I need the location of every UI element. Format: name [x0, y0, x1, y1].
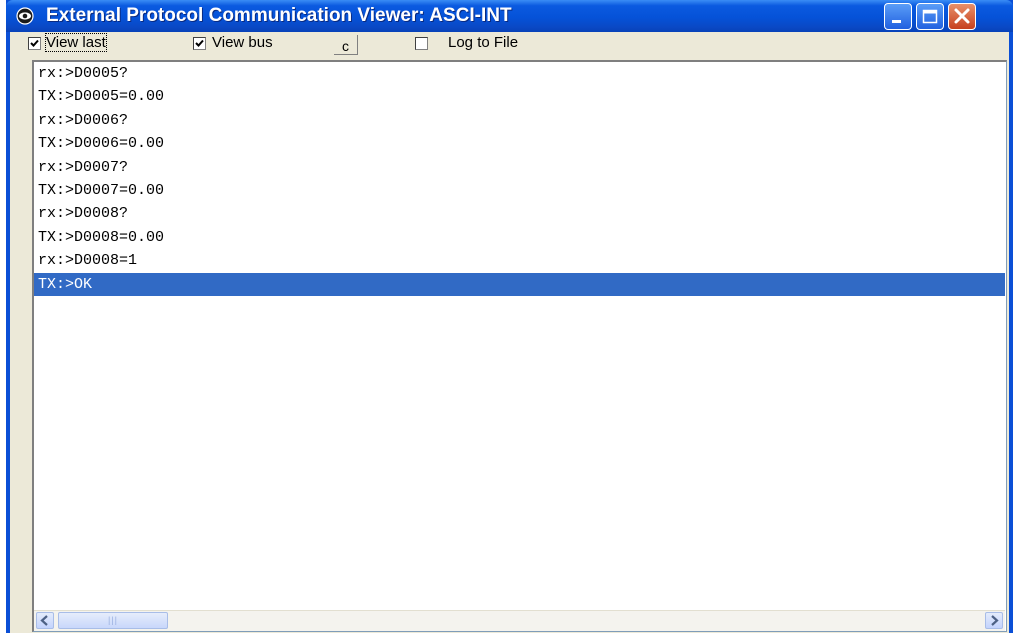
log-line[interactable]: rx:>D0007? — [34, 156, 1005, 179]
log-listbox[interactable]: rx:>D0005? TX:>D0005=0.00 rx:>D0006? TX:>D0… — [32, 60, 1007, 632]
log-lines: rx:>D0005? TX:>D0005=0.00 rx:>D0006? TX:>D0… — [34, 62, 1005, 296]
window-title: External Protocol Communication Viewer: … — [46, 5, 512, 26]
client-area: View last View bus c Log to File rx:>D00… — [10, 32, 1009, 633]
log-line[interactable]: TX:>D0007=0.00 — [34, 179, 1005, 202]
log-line[interactable]: TX:>D0005=0.00 — [34, 85, 1005, 108]
maximize-icon — [922, 9, 938, 24]
arrow-right-icon — [991, 615, 999, 626]
log-line[interactable]: TX:>D0008=0.00 — [34, 226, 1005, 249]
log-line[interactable]: TX:>OK — [34, 272, 1005, 296]
log-line[interactable]: rx:>D0006? — [34, 109, 1005, 132]
log-to-file-label[interactable]: Log to File — [448, 34, 518, 51]
close-button[interactable] — [948, 3, 976, 30]
minimize-icon — [892, 20, 901, 23]
log-to-file-checkbox[interactable] — [415, 37, 428, 50]
view-last-checkbox[interactable] — [28, 37, 41, 50]
app-window: External Protocol Communication Viewer: … — [6, 0, 1013, 633]
view-bus-checkbox[interactable] — [193, 37, 206, 50]
view-bus-label[interactable]: View bus — [212, 34, 273, 51]
toolbar: View last View bus c Log to File — [10, 32, 1009, 60]
view-last-label[interactable]: View last — [45, 33, 107, 52]
close-icon — [954, 8, 970, 24]
minimize-button[interactable] — [884, 3, 912, 30]
arrow-left-icon — [40, 615, 48, 626]
log-line[interactable]: rx:>D0005? — [34, 62, 1005, 85]
log-line[interactable]: TX:>D0006=0.00 — [34, 132, 1005, 155]
log-line[interactable]: rx:>D0008? — [34, 202, 1005, 225]
eye-icon[interactable] — [16, 7, 34, 25]
scroll-left-button[interactable] — [36, 612, 54, 629]
horizontal-scrollbar[interactable]: ||| — [34, 610, 1005, 631]
log-line[interactable]: rx:>D0008=1 — [34, 249, 1005, 272]
title-bar[interactable]: External Protocol Communication Viewer: … — [6, 0, 1013, 32]
checkmark-icon — [30, 39, 39, 47]
scrollbar-thumb[interactable]: ||| — [58, 612, 168, 629]
scroll-right-button[interactable] — [985, 612, 1003, 629]
checkmark-icon — [195, 39, 204, 47]
clear-button[interactable]: c — [334, 35, 358, 55]
maximize-button[interactable] — [916, 3, 944, 30]
